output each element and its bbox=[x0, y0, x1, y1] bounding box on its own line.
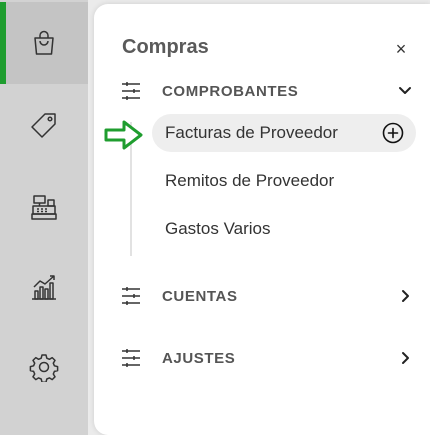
section-ajustes[interactable]: AJUSTES bbox=[120, 345, 420, 371]
menu-item-label: Gastos Varios bbox=[165, 219, 271, 238]
chevron-down-icon bbox=[399, 87, 411, 94]
rail-item-ventas[interactable] bbox=[0, 84, 88, 166]
section-label: AJUSTES bbox=[162, 349, 236, 367]
chevron-right-icon bbox=[402, 290, 409, 302]
bar-chart-icon bbox=[32, 275, 56, 300]
panel-title: Compras bbox=[122, 36, 209, 58]
gear-icon bbox=[29, 354, 59, 382]
section-label: COMPROBANTES bbox=[162, 82, 299, 100]
sliders-icon bbox=[122, 287, 140, 305]
menu-item-remitos-de-proveedor[interactable]: Remitos de Proveedor bbox=[152, 162, 416, 200]
tag-icon bbox=[31, 113, 56, 138]
rail-item-caja[interactable] bbox=[0, 166, 88, 248]
rail-item-compras[interactable] bbox=[0, 2, 88, 84]
sliders-icon bbox=[122, 82, 140, 100]
close-button[interactable]: × bbox=[390, 38, 412, 60]
section-comprobantes[interactable]: COMPROBANTES bbox=[120, 78, 420, 104]
shopping-bag-icon bbox=[34, 30, 54, 55]
rail-item-reportes[interactable] bbox=[0, 246, 88, 328]
chevron-right-icon bbox=[402, 352, 409, 364]
add-circle-icon[interactable] bbox=[382, 122, 404, 144]
section-cuentas[interactable]: CUENTAS bbox=[120, 283, 420, 309]
sliders-icon bbox=[122, 349, 140, 367]
compras-flyout-panel: Compras × COMPROBANTES Facturas de Prove… bbox=[94, 4, 430, 435]
side-rail bbox=[0, 0, 88, 435]
menu-item-label: Facturas de Proveedor bbox=[165, 123, 338, 142]
cash-register-icon bbox=[31, 195, 57, 220]
arrow-right-icon bbox=[104, 120, 143, 150]
menu-item-gastos-varios[interactable]: Gastos Varios bbox=[152, 210, 416, 248]
menu-item-label: Remitos de Proveedor bbox=[165, 171, 335, 190]
section-label: CUENTAS bbox=[162, 287, 238, 305]
rail-item-configuracion[interactable] bbox=[0, 326, 88, 408]
menu-item-facturas-de-proveedor[interactable]: Facturas de Proveedor bbox=[152, 114, 416, 152]
